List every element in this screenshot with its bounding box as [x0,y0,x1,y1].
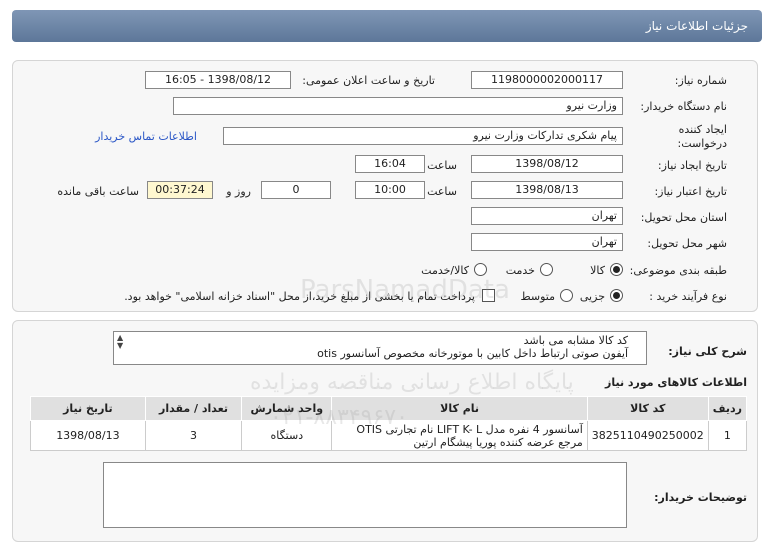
province-field: تهران [471,207,623,225]
treasury-payment-note: پرداخت تمام یا بخشی از مبلغ خرید،از محل … [124,290,475,303]
buyer-org-label: نام دستگاه خریدار: [640,100,727,113]
cell-unit: دستگاه [241,420,333,451]
create-date-label: تاریخ ایجاد نیاز: [657,159,727,172]
process-option-medium: متوسط [520,290,555,303]
need-number-label: شماره نیاز: [674,74,727,87]
col-date: تاریخ نیاز [30,396,146,421]
scroll-arrows-icon[interactable]: ▲ ▼ [117,334,123,350]
items-table-header: ردیف کد کالا نام کالا واحد شمارش تعداد /… [30,396,748,421]
validity-label: تاریخ اعتبار نیاز: [654,185,727,198]
remaining-label: ساعت باقی مانده [57,185,139,198]
col-code: کد کالا [586,396,709,421]
cell-code: 3825110490250002 [586,420,709,451]
process-option-minor: جزیی [579,290,605,303]
col-qty: تعداد / مقدار [144,396,243,421]
city-field: تهران [471,233,623,251]
col-unit: واحد شمارش [241,396,333,421]
announce-field: 1398/08/12 - 16:05 [145,71,291,89]
description-textarea: کد کالا مشابه می باشد آیفون صوتی ارتباط … [113,331,647,365]
validity-time-field: 10:00 [355,181,425,199]
treasury-payment-checkbox[interactable] [482,289,495,302]
remaining-days-field: 0 [261,181,331,199]
process-radio-minor[interactable] [610,289,623,302]
days-label: روز و [226,185,251,198]
need-number-field: 1198000002000117 [471,71,623,89]
process-label: نوع فرآیند خرید : [649,290,727,303]
col-name: نام کالا [331,396,588,421]
province-label: استان محل تحویل: [640,211,727,224]
cell-row: 1 [707,420,748,451]
category-radio-goods-service[interactable] [474,263,487,276]
validity-date-field: 1398/08/13 [471,181,623,199]
buyer-contact-link[interactable]: اطلاعات تماس خریدار [95,130,197,143]
category-option-service: خدمت [505,264,535,277]
items-table: ردیف کد کالا نام کالا واحد شمارش تعداد /… [30,396,748,451]
create-time-field: 16:04 [355,155,425,173]
city-label: شهر محل تحویل: [647,237,727,250]
remaining-time-field: 00:37:24 [147,181,213,199]
table-row: 1 3825110490250002 آسانسور 4 نفره مدل LI… [30,420,748,451]
creator-label: ایجاد کننده درخواست: [677,123,727,150]
create-time-label: ساعت [427,159,457,172]
category-radio-service[interactable] [540,263,553,276]
page-title: جزئیات اطلاعات نیاز [645,19,748,33]
process-radio-medium[interactable] [560,289,573,302]
cell-name: آسانسور 4 نفره مدل LIFT K- L نام تجارتی … [331,420,588,451]
create-date-field: 1398/08/12 [471,155,623,173]
cell-qty: 3 [144,420,243,451]
category-option-goods: کالا [590,264,605,277]
description-line: کد کالا مشابه می باشد [523,334,628,347]
description-label: شرح کلی نیاز: [668,345,747,358]
buyer-org-field: وزارت نیرو [173,97,623,115]
buyer-notes-textarea[interactable] [103,462,627,528]
need-info-panel: شماره نیاز: 1198000002000117 تاریخ و ساع… [12,60,758,312]
items-section-title: اطلاعات کالاهای مورد نیاز [605,376,747,389]
category-option-goods-service: کالا/خدمت [421,264,469,277]
announce-label: تاریخ و ساعت اعلان عمومی: [302,74,435,87]
buyer-notes-label: توضیحات خریدار: [654,491,747,504]
description-line: آیفون صوتی ارتباط داخل کابین با موتورخان… [317,347,628,360]
cell-date: 1398/08/13 [30,420,146,451]
validity-time-label: ساعت [427,185,457,198]
page-header: جزئیات اطلاعات نیاز [12,10,762,42]
category-label: طبقه بندی موضوعی: [629,264,727,277]
category-radio-goods[interactable] [610,263,623,276]
items-panel: شرح کلی نیاز: کد کالا مشابه می باشد آیفو… [12,320,758,542]
col-row: ردیف [707,396,748,421]
creator-field: پیام شکری تدارکات وزارت نیرو [223,127,623,145]
